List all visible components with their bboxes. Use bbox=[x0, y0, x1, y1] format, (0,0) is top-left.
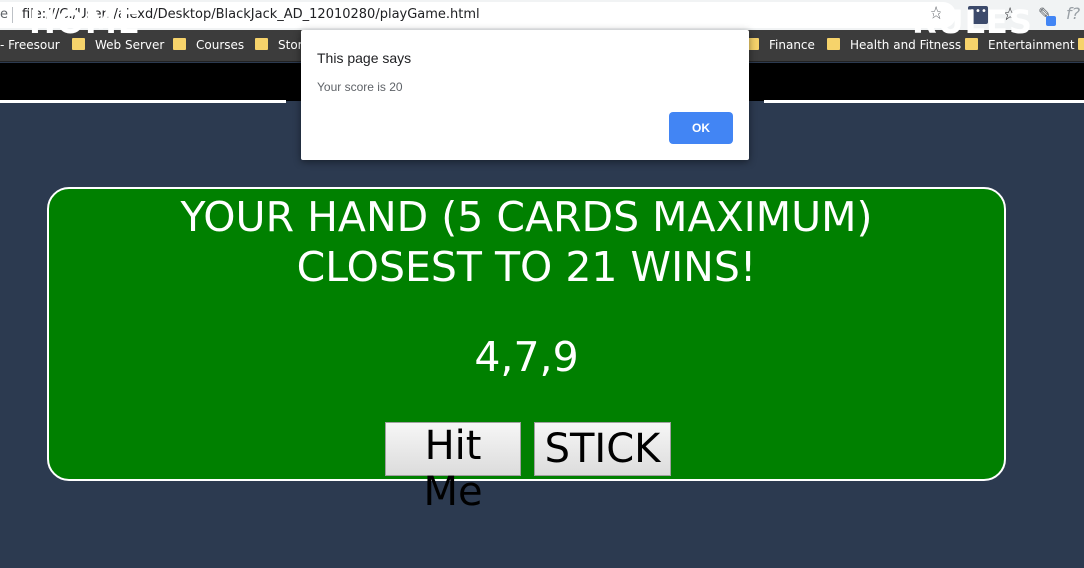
hand-heading: YOUR HAND (5 CARDS MAXIMUM) bbox=[180, 193, 873, 241]
nav-rules-link[interactable]: RULES bbox=[912, 3, 1033, 41]
dialog-message: Your score is 20 bbox=[317, 80, 403, 94]
stick-button[interactable]: STICK bbox=[534, 422, 671, 476]
alert-dialog: This page says Your score is 20 OK bbox=[301, 30, 749, 160]
folder-icon bbox=[173, 38, 186, 50]
extension-badge-icon bbox=[1046, 16, 1056, 26]
bookmark-overflow[interactable] bbox=[1078, 38, 1084, 54]
folder-icon bbox=[827, 38, 840, 50]
nav-bar-left bbox=[0, 63, 286, 103]
dialog-title: This page says bbox=[317, 50, 412, 66]
function-icon[interactable]: f? bbox=[1066, 4, 1080, 23]
folder-icon bbox=[255, 38, 268, 50]
nav-home-link[interactable]: HOME bbox=[29, 3, 141, 41]
bookmark-courses[interactable]: Courses bbox=[173, 38, 244, 54]
bookmark-label: Courses bbox=[196, 38, 245, 52]
page-info-icon[interactable]: e bbox=[0, 7, 8, 22]
game-panel: YOUR HAND (5 CARDS MAXIMUM) CLOSEST TO 2… bbox=[47, 187, 1006, 515]
omnibox-divider bbox=[12, 7, 13, 23]
rule-heading: CLOSEST TO 21 WINS! bbox=[296, 243, 757, 291]
bookmark-finance[interactable]: Finance bbox=[746, 38, 815, 54]
folder-icon bbox=[1078, 38, 1084, 50]
hand-cards: 4,7,9 bbox=[474, 333, 579, 381]
nav-bar-right bbox=[764, 63, 1084, 103]
hit-me-button[interactable]: Hit Me bbox=[385, 422, 521, 515]
bookmark-label: Finance bbox=[769, 38, 815, 52]
ok-button[interactable]: OK bbox=[669, 112, 733, 144]
